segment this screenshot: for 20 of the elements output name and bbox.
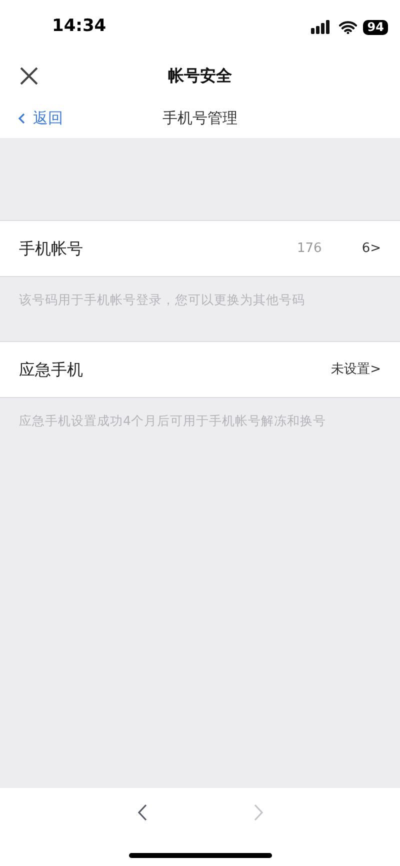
battery-level: 94 — [363, 20, 388, 34]
chevron-right-icon — [252, 802, 264, 822]
hint-text: 该号码用于手机帐号登录，您可以更换为其他号码 — [19, 292, 305, 307]
settings-row[interactable]: 应急手机 未设置> — [0, 341, 400, 398]
row-value: 176 — [297, 240, 322, 258]
back-label: 返回 — [33, 108, 63, 129]
row-label: 应急手机 — [19, 358, 83, 380]
back-link[interactable]: 返回 — [18, 106, 63, 130]
chevron-left-icon — [18, 112, 25, 124]
row-value: 6> — [362, 240, 381, 258]
row-label: 手机帐号 — [19, 238, 83, 260]
status-time: 14:34 — [52, 15, 108, 38]
chevron-left-icon — [136, 802, 148, 822]
close-icon[interactable] — [20, 67, 38, 85]
hint-text: 应急手机设置成功4个月后可用于手机帐号解冻和换号 — [19, 413, 326, 428]
wifi-icon — [339, 20, 358, 34]
settings-row[interactable]: 手机帐号 176 6> — [0, 220, 400, 277]
section-title: 手机号管理 — [162, 108, 238, 129]
row-value: 未设置> — [331, 360, 381, 379]
page-title: 帐号安全 — [168, 65, 232, 87]
